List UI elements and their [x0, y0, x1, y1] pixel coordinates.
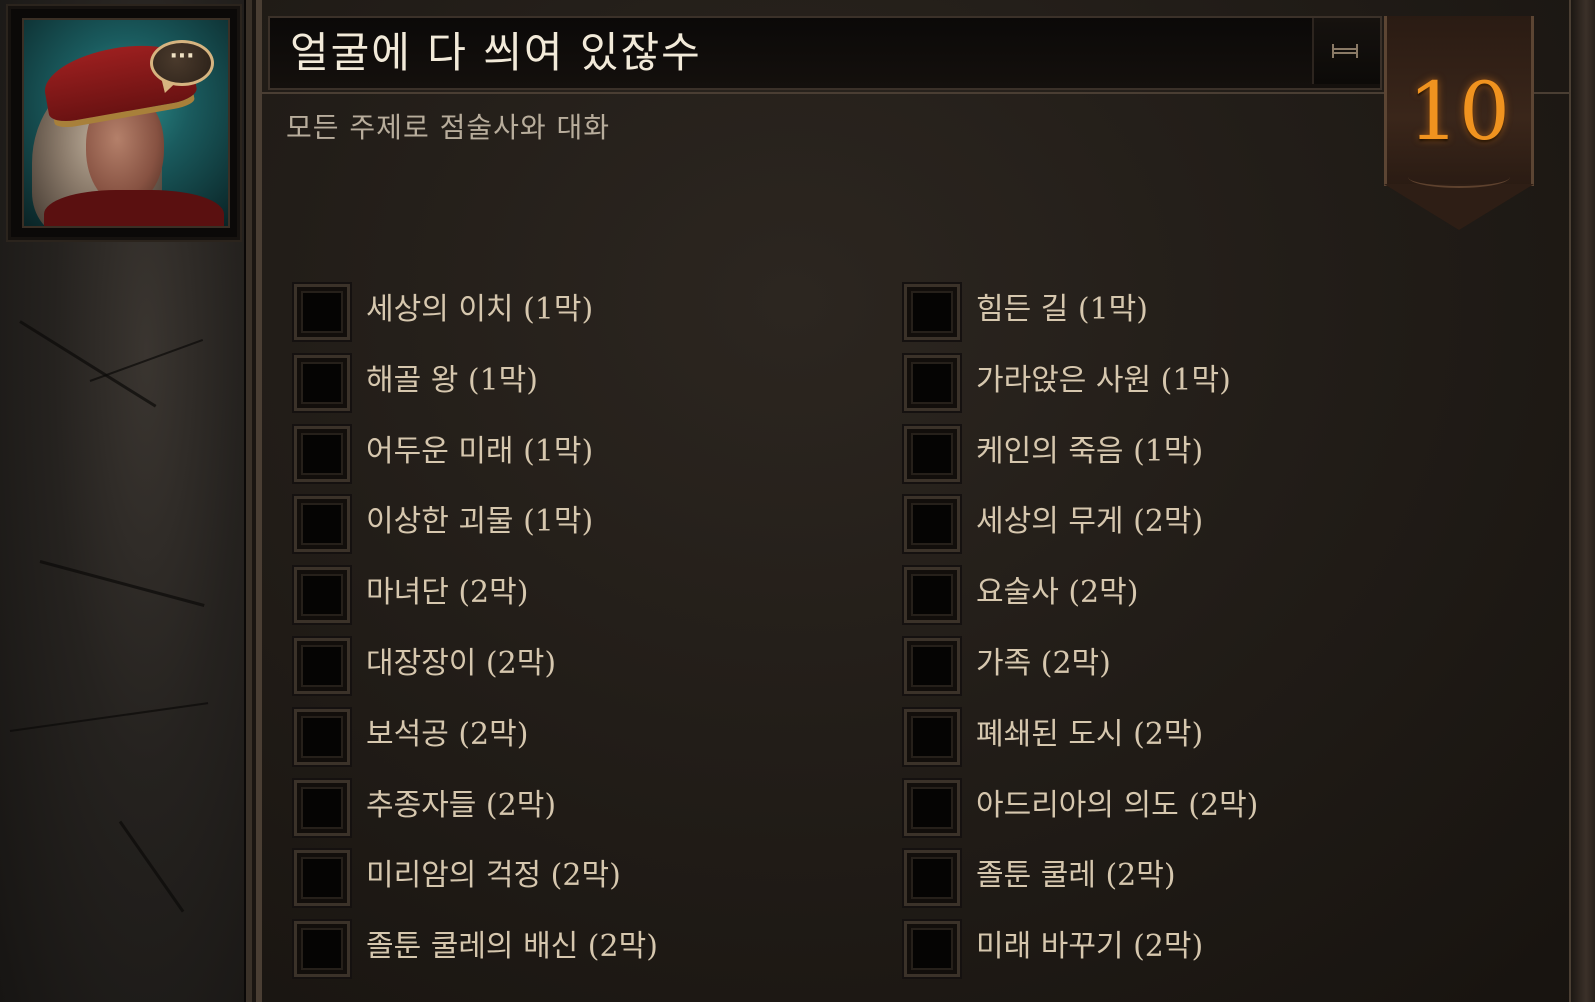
criteria-label: 세상의 무게 (2막) [976, 504, 1204, 540]
checklist-column-right: 힘든 길 (1막) 가라앉은 사원 (1막) 케인의 죽음 (1막) 세상의 무… [904, 282, 1504, 990]
points-banner: 10 [1384, 16, 1534, 236]
criteria-label: 보석공 (2막) [366, 716, 529, 752]
criteria-label: 가족 (2막) [976, 645, 1111, 681]
criteria-item: 어두운 미래 (1막) [294, 424, 894, 495]
criteria-label: 해골 왕 (1막) [366, 362, 538, 398]
criteria-checkbox[interactable] [294, 637, 350, 694]
achievement-title: 얼굴에 다 씌여 있잖수 [290, 28, 702, 77]
criteria-item: 세상의 무게 (2막) [904, 494, 1504, 565]
criteria-checkbox[interactable] [904, 921, 960, 978]
criteria-checkbox[interactable] [904, 850, 960, 907]
criteria-item: 졸툰 쿨레 (2막) [904, 848, 1504, 919]
criteria-label: 가라앉은 사원 (1막) [976, 362, 1231, 398]
criteria-checkbox[interactable] [904, 637, 960, 694]
criteria-label: 요술사 (2막) [976, 575, 1139, 611]
criteria-checkbox[interactable] [294, 708, 350, 765]
criteria-checkbox[interactable] [904, 496, 960, 553]
criteria-checkbox[interactable] [904, 354, 960, 411]
criteria-item: 추종자들 (2막) [294, 778, 894, 849]
criteria-label: 어두운 미래 (1막) [366, 433, 594, 469]
criteria-item: 해골 왕 (1막) [294, 353, 894, 424]
criteria-item: 미리암의 걱정 (2막) [294, 848, 894, 919]
criteria-label: 졸툰 쿨레의 배신 (2막) [366, 929, 658, 965]
criteria-item: 보석공 (2막) [294, 707, 894, 778]
criteria-item: 아드리아의 의도 (2막) [904, 778, 1504, 849]
criteria-checkbox[interactable] [904, 779, 960, 836]
criteria-item: 힘든 길 (1막) [904, 282, 1504, 353]
criteria-label: 마녀단 (2막) [366, 575, 529, 611]
criteria-item: 이상한 괴물 (1막) [294, 494, 894, 565]
criteria-item: 졸툰 쿨레의 배신 (2막) [294, 919, 894, 990]
collapse-icon [1332, 44, 1358, 58]
panel-border [1569, 0, 1595, 1002]
criteria-label: 미리암의 걱정 (2막) [366, 858, 621, 894]
criteria-label: 아드리아의 의도 (2막) [976, 787, 1259, 823]
criteria-item: 케인의 죽음 (1막) [904, 424, 1504, 495]
achievement-panel: 얼굴에 다 씌여 있잖수 모든 주제로 점술사와 대화 10 세상의 이치 (1… [246, 0, 1595, 1002]
criteria-checkbox[interactable] [294, 779, 350, 836]
fortune-teller-portrait-icon[interactable]: ··· [22, 18, 230, 228]
portrait-frame: ··· [6, 4, 242, 242]
speech-bubble-icon: ··· [150, 40, 214, 86]
criteria-label: 대장장이 (2막) [366, 645, 557, 681]
criteria-checkbox[interactable] [294, 496, 350, 553]
criteria-item: 대장장이 (2막) [294, 636, 894, 707]
criteria-label: 졸툰 쿨레 (2막) [976, 858, 1176, 894]
banner-ornament-icon [1408, 166, 1510, 188]
criteria-item: 폐쇄된 도시 (2막) [904, 707, 1504, 778]
criteria-item: 세상의 이치 (1막) [294, 282, 894, 353]
criteria-item: 가라앉은 사원 (1막) [904, 353, 1504, 424]
criteria-label: 케인의 죽음 (1막) [976, 433, 1204, 469]
criteria-label: 미래 바꾸기 (2막) [976, 929, 1204, 965]
achievement-screen: ··· 얼굴에 다 씌여 있잖수 모든 주제로 점술사와 대화 10 세상의 이… [0, 0, 1595, 1002]
criteria-label: 폐쇄된 도시 (2막) [976, 716, 1204, 752]
criteria-checkbox[interactable] [904, 567, 960, 624]
criteria-checkbox[interactable] [294, 567, 350, 624]
title-bar: 얼굴에 다 씌여 있잖수 [268, 16, 1382, 90]
criteria-checkbox[interactable] [294, 354, 350, 411]
criteria-label: 힘든 길 (1막) [976, 292, 1148, 327]
achievement-points: 10 [1408, 65, 1510, 158]
criteria-checkbox[interactable] [294, 425, 350, 482]
criteria-checkbox[interactable] [904, 425, 960, 482]
criteria-item: 요술사 (2막) [904, 565, 1504, 636]
criteria-checkbox[interactable] [904, 708, 960, 765]
criteria-checkbox[interactable] [294, 850, 350, 907]
criteria-item: 가족 (2막) [904, 636, 1504, 707]
criteria-checkbox[interactable] [294, 921, 350, 978]
criteria-item: 마녀단 (2막) [294, 565, 894, 636]
collapse-button[interactable] [1312, 18, 1380, 84]
criteria-checkbox[interactable] [294, 284, 350, 340]
checklist-column-left: 세상의 이치 (1막) 해골 왕 (1막) 어두운 미래 (1막) 이상한 괴물… [294, 282, 894, 990]
left-stone-column: ··· [0, 0, 246, 1002]
achievement-description: 모든 주제로 점술사와 대화 [286, 111, 611, 144]
criteria-label: 세상의 이치 (1막) [366, 292, 594, 327]
criteria-label: 추종자들 (2막) [366, 787, 557, 823]
criteria-item: 미래 바꾸기 (2막) [904, 919, 1504, 990]
divider [262, 92, 1571, 94]
criteria-checkbox[interactable] [904, 284, 960, 340]
criteria-label: 이상한 괴물 (1막) [366, 504, 594, 540]
